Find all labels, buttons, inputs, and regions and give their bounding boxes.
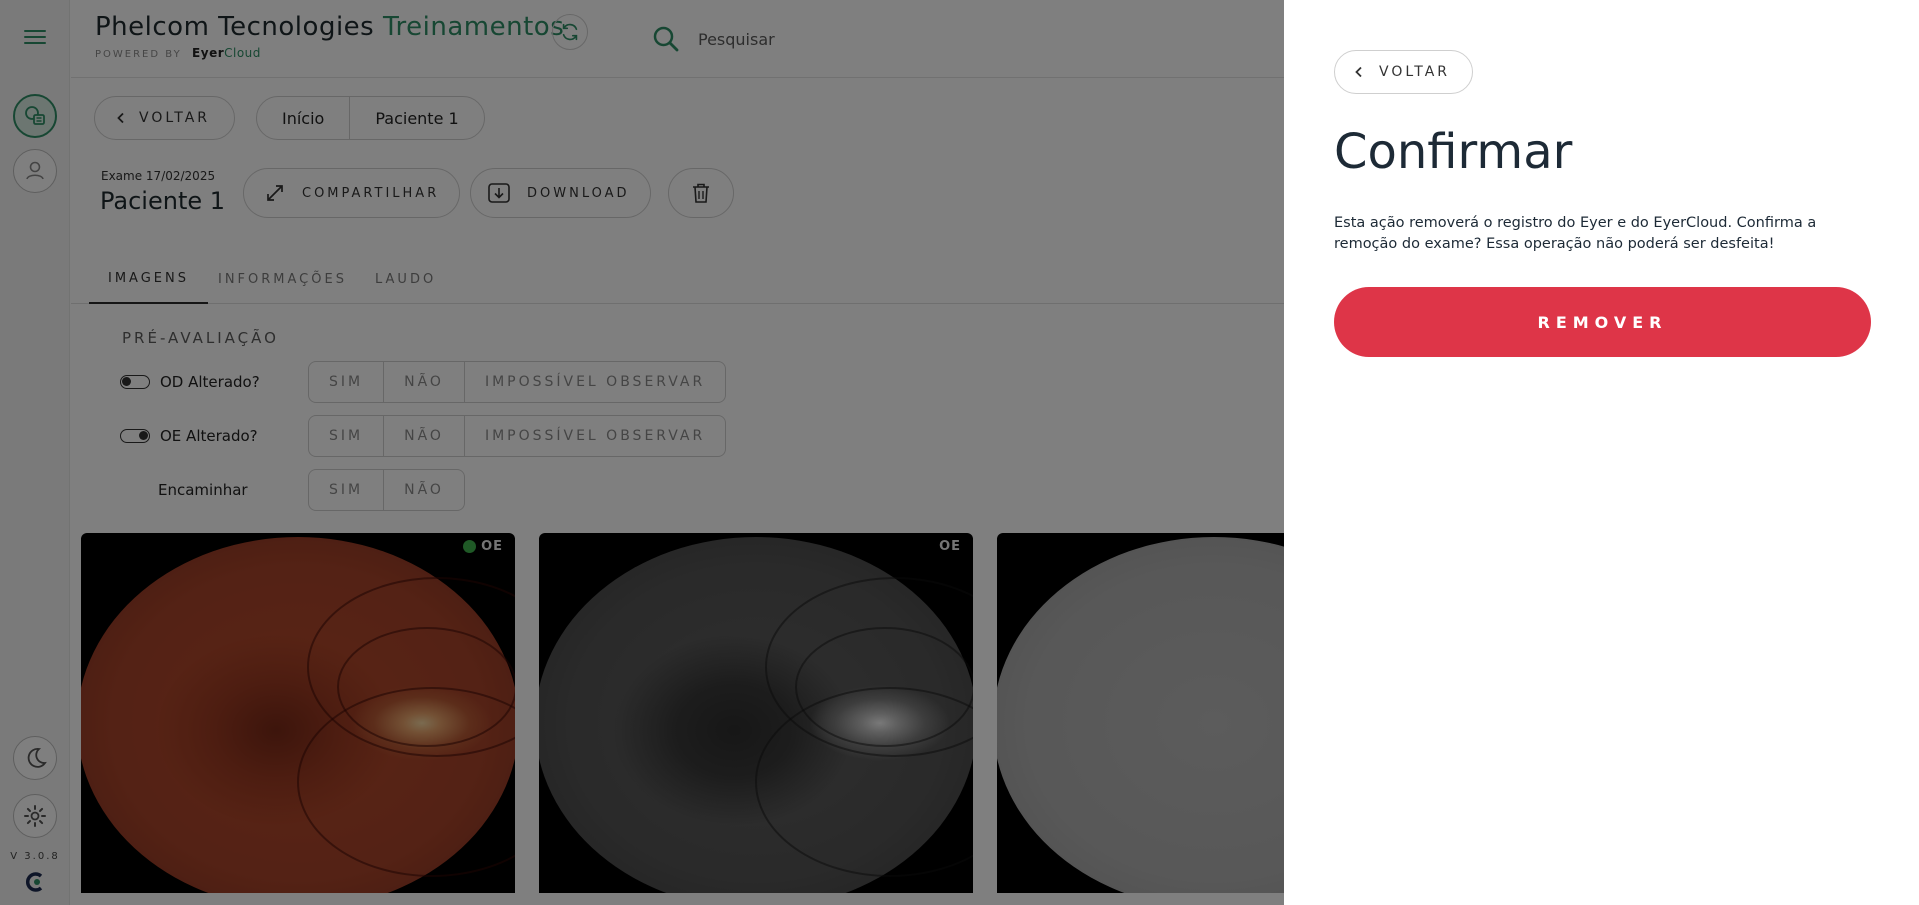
remove-button[interactable]: REMOVER [1334, 287, 1871, 357]
dialog-message: Esta ação removerá o registro do Eyer e … [1334, 215, 1817, 252]
confirm-drawer: VOLTAR Confirmar Esta ação removerá o re… [1284, 0, 1919, 905]
drawer-back-label: VOLTAR [1379, 64, 1450, 80]
dialog-title: Confirmar [1334, 124, 1573, 180]
drawer-back-button[interactable]: VOLTAR [1334, 50, 1473, 94]
chevron-left-icon [1355, 66, 1362, 78]
